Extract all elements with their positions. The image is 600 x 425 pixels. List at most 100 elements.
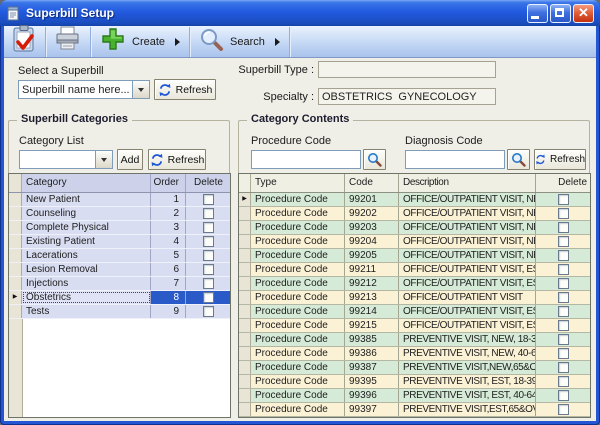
delete-checkbox[interactable] [558,390,569,401]
row-header[interactable] [239,319,251,332]
content-row[interactable]: Procedure Code99202OFFICE/OUTPATIENT VIS… [239,207,590,221]
category-row[interactable]: Existing Patient4 [9,235,230,249]
type-cell[interactable]: Procedure Code [251,361,345,374]
type-cell[interactable]: Procedure Code [251,263,345,276]
row-header[interactable] [239,403,251,416]
description-cell[interactable]: OFFICE/OUTPATIENT VISIT, EST [399,277,536,290]
code-cell[interactable]: 99214 [345,305,399,318]
maximize-button[interactable] [550,4,571,23]
close-button[interactable]: ✕ [573,4,594,23]
order-cell[interactable]: 9 [151,305,186,318]
add-category-button[interactable]: Add [117,149,143,170]
row-header[interactable] [239,249,251,262]
type-cell[interactable]: Procedure Code [251,249,345,262]
code-cell[interactable]: 99397 [345,403,399,416]
category-cell[interactable]: New Patient [22,193,151,206]
search-button[interactable]: Search [191,26,288,58]
type-cell[interactable]: Procedure Code [251,333,345,346]
specialty-field[interactable] [318,88,496,105]
code-cell[interactable]: 99215 [345,319,399,332]
delete-checkbox[interactable] [558,376,569,387]
content-row[interactable]: Procedure Code99214OFFICE/OUTPATIENT VIS… [239,305,590,319]
dropdown-button[interactable] [95,151,112,168]
type-cell[interactable]: Procedure Code [251,319,345,332]
code-cell[interactable]: 99201 [345,193,399,206]
category-row[interactable]: New Patient1 [9,193,230,207]
delete-checkbox[interactable] [203,250,214,261]
type-cell[interactable]: Procedure Code [251,375,345,388]
description-cell[interactable]: OFFICE/OUTPATIENT VISIT, EST [399,263,536,276]
description-cell[interactable]: OFFICE/OUTPATIENT VISIT, NEW [399,193,536,206]
row-header[interactable]: ▶ [9,291,22,304]
order-cell[interactable]: 2 [151,207,186,220]
description-column-header[interactable]: Description [399,174,536,192]
row-header[interactable] [239,263,251,276]
row-header[interactable] [239,221,251,234]
superbill-name-dropdown[interactable]: Superbill name here... [18,80,150,99]
procedure-lookup-button[interactable] [363,149,386,170]
row-header[interactable]: ▶ [239,193,251,206]
description-cell[interactable]: OFFICE/OUTPATIENT VISIT, EST [399,319,536,332]
description-cell[interactable]: PREVENTIVE VISIT, NEW, 18-39 [399,333,536,346]
delete-checkbox[interactable] [203,194,214,205]
row-header[interactable] [9,207,22,220]
delete-checkbox[interactable] [558,306,569,317]
category-cell[interactable]: Lacerations [22,249,151,262]
diagnosis-lookup-button[interactable] [507,149,530,170]
description-cell[interactable]: PREVENTIVE VISIT, NEW, 40-64 [399,347,536,360]
code-cell[interactable]: 99387 [345,361,399,374]
content-row[interactable]: Procedure Code99395PREVENTIVE VISIT, EST… [239,375,590,389]
category-row[interactable]: Complete Physical3 [9,221,230,235]
delete-checkbox[interactable] [558,404,569,415]
category-cell[interactable]: Injections [22,277,151,290]
type-cell[interactable]: Procedure Code [251,389,345,402]
order-cell[interactable]: 6 [151,263,186,276]
delete-checkbox[interactable] [203,222,214,233]
order-cell[interactable]: 8 [151,291,186,304]
description-cell[interactable]: OFFICE/OUTPATIENT VISIT, NEW [399,235,536,248]
content-row[interactable]: Procedure Code99203OFFICE/OUTPATIENT VIS… [239,221,590,235]
type-cell[interactable]: Procedure Code [251,347,345,360]
row-header[interactable] [9,277,22,290]
content-row[interactable]: Procedure Code99204OFFICE/OUTPATIENT VIS… [239,235,590,249]
create-button[interactable]: Create [92,26,188,58]
category-row[interactable]: Counseling2 [9,207,230,221]
code-cell[interactable]: 99396 [345,389,399,402]
superbill-refresh-button[interactable]: Refresh [154,79,216,100]
delete-checkbox[interactable] [558,264,569,275]
delete-checkbox[interactable] [558,208,569,219]
category-cell[interactable]: Tests [22,305,151,318]
category-list-dropdown[interactable] [19,150,113,169]
content-row[interactable]: Procedure Code99212OFFICE/OUTPATIENT VIS… [239,277,590,291]
row-header[interactable] [9,263,22,276]
content-row[interactable]: Procedure Code99211OFFICE/OUTPATIENT VIS… [239,263,590,277]
code-cell[interactable]: 99204 [345,235,399,248]
type-cell[interactable]: Procedure Code [251,207,345,220]
category-cell[interactable]: Lesion Removal [22,263,151,276]
content-row[interactable]: Procedure Code99386PREVENTIVE VISIT, NEW… [239,347,590,361]
description-cell[interactable]: PREVENTIVE VISIT, EST, 40-64 [399,389,536,402]
content-row[interactable]: Procedure Code99396PREVENTIVE VISIT, EST… [239,389,590,403]
delete-checkbox[interactable] [558,334,569,345]
delete-column-header[interactable]: Delete [186,174,231,192]
category-column-header[interactable]: Category [22,174,151,192]
category-cell[interactable]: Counseling [22,207,151,220]
content-row[interactable]: Procedure Code99215OFFICE/OUTPATIENT VIS… [239,319,590,333]
delete-checkbox[interactable] [558,222,569,233]
save-button[interactable] [4,26,44,58]
description-cell[interactable]: OFFICE/OUTPATIENT VISIT, NEW [399,249,536,262]
category-row[interactable]: Injections7 [9,277,230,291]
type-cell[interactable]: Procedure Code [251,235,345,248]
category-row[interactable]: Tests9 [9,305,230,319]
row-header[interactable] [239,235,251,248]
row-header[interactable] [239,207,251,220]
content-row[interactable]: Procedure Code99387PREVENTIVE VISIT,NEW,… [239,361,590,375]
code-cell[interactable]: 99386 [345,347,399,360]
row-header[interactable] [239,277,251,290]
type-column-header[interactable]: Type [251,174,345,192]
dropdown-button[interactable] [132,81,149,98]
minimize-button[interactable] [527,4,548,23]
order-cell[interactable]: 3 [151,221,186,234]
category-row[interactable]: Lacerations5 [9,249,230,263]
row-header[interactable] [239,305,251,318]
